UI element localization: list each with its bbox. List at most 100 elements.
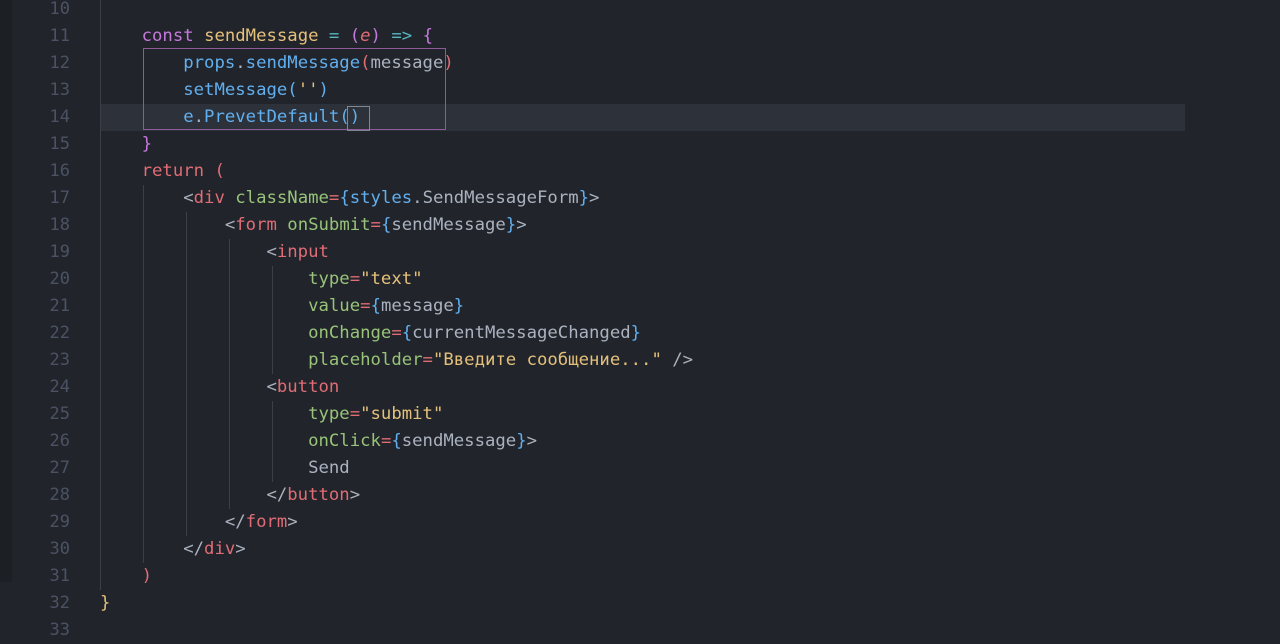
code-line-29[interactable]: </form> — [100, 509, 298, 536]
token-attribute: value — [308, 296, 361, 316]
token-operator: = — [370, 215, 381, 235]
token-argument: message — [370, 53, 444, 73]
token-attribute: type — [308, 269, 350, 289]
token-value: message — [380, 296, 454, 316]
token-object: e — [183, 107, 194, 127]
token-operator: = — [349, 269, 361, 289]
token-attribute: onClick — [308, 431, 381, 451]
token-angle: > — [349, 485, 361, 505]
token-angle: > — [589, 188, 600, 208]
token-paren: () — [339, 107, 361, 127]
token-operator: = — [360, 296, 371, 316]
token-brace: } — [516, 431, 527, 451]
code-line-30[interactable]: </div> — [100, 536, 246, 563]
code-line-14[interactable]: e.PrevetDefault() — [100, 104, 360, 131]
token-paren: ( — [360, 53, 371, 73]
token-brace: { — [339, 188, 350, 208]
token-brace: } — [505, 215, 517, 235]
token-angle: < — [266, 377, 277, 397]
code-line-13[interactable]: setMessage('') — [100, 77, 329, 104]
token-tag: div — [204, 539, 236, 559]
token-operator: = — [349, 404, 361, 424]
token-brace: { — [401, 323, 413, 343]
token-paren: ) — [141, 566, 153, 586]
token-operator: = — [318, 26, 340, 46]
token-jsx-text: Send — [308, 458, 350, 478]
token-keyword: const — [141, 26, 194, 46]
token-operator: = — [380, 431, 392, 451]
code-line-24[interactable]: <button — [100, 374, 339, 401]
code-line-17[interactable]: <div className={styles.SendMessageForm}> — [100, 185, 599, 212]
token-operator: = — [422, 350, 433, 370]
code-line-31[interactable]: ) — [100, 563, 152, 590]
token-brace: } — [453, 296, 465, 316]
code-line-18[interactable]: <form onSubmit={sendMessage}> — [100, 212, 527, 239]
token-angle: </ — [224, 512, 246, 532]
token-string: '' — [297, 80, 319, 100]
token-angle: > — [526, 431, 538, 451]
code-line-26[interactable]: onClick={sendMessage}> — [100, 428, 537, 455]
token-self-close: /> — [661, 350, 694, 370]
code-line-12[interactable]: props.sendMessage(message) — [100, 50, 454, 77]
token-angle: < — [224, 215, 236, 235]
token-angle: > — [235, 539, 246, 559]
code-line-32[interactable]: } — [100, 590, 110, 617]
token-angle: > — [287, 512, 298, 532]
token-tag: button — [287, 485, 350, 505]
token-brace: } — [630, 323, 642, 343]
token-brace: } — [578, 188, 590, 208]
token-tag: form — [235, 215, 277, 235]
token-paren: ( — [339, 26, 361, 46]
token-attribute: type — [308, 404, 350, 424]
token-angle: < — [266, 242, 277, 262]
code-line-15[interactable]: } — [100, 131, 152, 158]
code-line-22[interactable]: onChange={currentMessageChanged} — [100, 320, 641, 347]
token-tag: div — [193, 188, 225, 208]
token-attribute: onChange — [308, 323, 392, 343]
token-keyword: return — [141, 161, 205, 181]
token-tag: input — [276, 242, 329, 262]
token-object: props — [183, 53, 236, 73]
token-value: sendMessage — [401, 431, 517, 451]
token-brace: { — [391, 431, 402, 451]
token-attribute: onSubmit — [276, 215, 371, 235]
token-method: PrevetDefault — [204, 107, 340, 127]
code-line-23[interactable]: placeholder="Введите сообщение..." /> — [100, 347, 693, 374]
code-editor[interactable]: 10 11 12 13 14 15 16 17 18 19 20 21 22 2… — [0, 0, 1280, 640]
token-angle: </ — [183, 539, 205, 559]
code-line-27[interactable]: Send — [100, 455, 350, 482]
token-brace: } — [100, 593, 111, 613]
token-tag: form — [245, 512, 288, 532]
token-paren: ( — [287, 80, 298, 100]
code-area[interactable]: const sendMessage = (e) => { props.sendM… — [0, 0, 1280, 626]
token-value: sendMessage — [391, 215, 506, 235]
token-object: styles — [349, 188, 413, 208]
token-brace: { — [412, 26, 433, 46]
token-operator: = — [328, 188, 340, 208]
token-value: currentMessageChanged — [412, 323, 631, 343]
token-angle: </ — [266, 485, 288, 505]
code-line-11[interactable]: const sendMessage = (e) => { — [100, 23, 433, 50]
token-paren: ) — [443, 53, 454, 73]
code-line-25[interactable]: type="submit" — [100, 401, 443, 428]
token-dot: . — [412, 188, 423, 208]
token-parameter: e — [360, 26, 371, 46]
token-paren: ( — [204, 161, 225, 181]
code-line-28[interactable]: </button> — [100, 482, 360, 509]
token-paren: ) — [370, 26, 381, 46]
code-line-20[interactable]: type="text" — [100, 266, 423, 293]
code-line-21[interactable]: value={message} — [100, 293, 464, 320]
token-dot: . — [235, 53, 246, 73]
token-property: SendMessageForm — [422, 188, 579, 208]
token-method: sendMessage — [245, 53, 361, 73]
code-line-19[interactable]: <input — [100, 239, 329, 266]
token-method: setMessage — [183, 80, 288, 100]
token-brace: { — [370, 296, 381, 316]
token-brace: { — [380, 215, 392, 235]
token-arrow: => — [380, 26, 413, 46]
token-string: "text" — [360, 269, 423, 289]
token-tag: button — [276, 377, 340, 397]
token-angle: < — [183, 188, 194, 208]
token-dot: . — [193, 107, 205, 127]
code-line-16[interactable]: return ( — [100, 158, 225, 185]
